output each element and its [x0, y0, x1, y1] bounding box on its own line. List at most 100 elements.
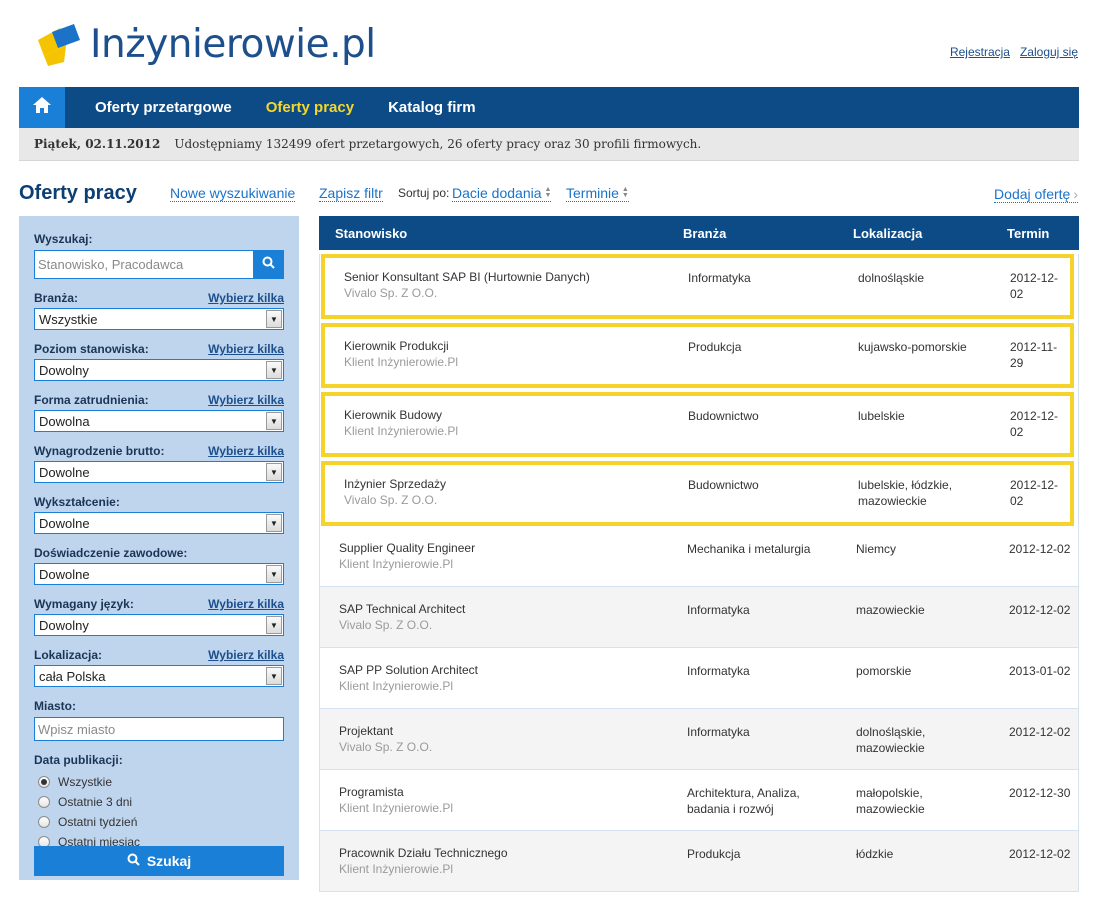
employment-select[interactable]: Dowolna ▼ [34, 410, 284, 432]
education-label: Wykształcenie: [34, 495, 120, 509]
job-title-cell[interactable]: Projektant [339, 724, 393, 738]
radio-selected-icon [38, 776, 50, 788]
language-select[interactable]: Dowolny ▼ [34, 614, 284, 636]
table-row[interactable]: Projektant Vivalo Sp. Z O.O. Informatyka do… [320, 709, 1078, 770]
industry-select[interactable]: Wszystkie ▼ [34, 308, 284, 330]
job-title-cell[interactable]: Kierownik Produkcji [344, 339, 449, 353]
location-select[interactable]: cała Polska ▼ [34, 665, 284, 687]
industry-cell: Budownictwo [688, 409, 759, 423]
register-link[interactable]: Rejestracja [950, 45, 1010, 59]
nav-jobs[interactable]: Oferty pracy [266, 99, 354, 116]
chevron-down-icon: ▼ [266, 412, 282, 430]
level-select[interactable]: Dowolny ▼ [34, 359, 284, 381]
deadline-cell: 2012-12-02 [1009, 542, 1071, 556]
site-logo[interactable]: Inżynierowie.pl [36, 22, 376, 68]
city-input[interactable]: Wpisz miasto [34, 717, 284, 741]
sort-by-date-link[interactable]: Dacie dodania ▲ ▼ [452, 185, 552, 202]
location-cell: dolnośląskie [858, 271, 925, 285]
column-header-industry[interactable]: Branża [683, 226, 726, 241]
location-select-value: cała Polska [39, 668, 106, 684]
job-title-cell[interactable]: Senior Konsultant SAP BI (Hurtownie Dany… [344, 270, 590, 284]
experience-select-value: Dowolne [39, 566, 90, 582]
industry-cell: Produkcja [688, 340, 742, 354]
job-title-cell[interactable]: SAP PP Solution Architect [339, 663, 478, 677]
nav-tenders[interactable]: Oferty przetargowe [95, 99, 232, 116]
salary-pick-multiple-link[interactable]: Wybierz kilka [208, 444, 284, 459]
deadline-cell: 2012-12-02 [1010, 409, 1059, 439]
job-title-cell[interactable]: Programista [339, 785, 404, 799]
salary-label-row: Wynagrodzenie brutto: Wybierz kilka [34, 444, 284, 459]
nav-company-catalog[interactable]: Katalog firm [388, 99, 476, 116]
nav-home-button[interactable] [19, 87, 65, 128]
experience-select[interactable]: Dowolne ▼ [34, 563, 284, 585]
education-label-row: Wykształcenie: [34, 495, 284, 510]
industry-label: Branża: [34, 291, 79, 305]
new-search-link[interactable]: Nowe wyszukiwanie [170, 185, 296, 202]
location-pick-multiple-link[interactable]: Wybierz kilka [208, 648, 284, 663]
industry-cell: Architektura, Analiza, badania i rozwój [687, 786, 800, 816]
level-pick-multiple-link[interactable]: Wybierz kilka [208, 342, 284, 357]
experience-label-row: Doświadczenie zawodowe: [34, 546, 284, 561]
radio-icon [38, 796, 50, 808]
featured-table-row[interactable]: Kierownik Produkcji Klient Inżynierowie.P… [321, 323, 1074, 388]
table-row[interactable]: Supplier Quality Engineer Klient Inżynier… [320, 526, 1078, 587]
employment-label: Forma zatrudnienia: [34, 393, 149, 407]
company-cell: Vivalo Sp. Z O.O. [344, 493, 438, 507]
add-offer-link[interactable]: Dodaj ofertę › [994, 186, 1078, 203]
sort-arrows-icon: ▲ ▼ [621, 186, 629, 199]
job-title-cell[interactable]: Supplier Quality Engineer [339, 541, 475, 555]
education-select[interactable]: Dowolne ▼ [34, 512, 284, 534]
login-link[interactable]: Zaloguj się [1020, 45, 1078, 59]
column-header-position[interactable]: Stanowisko [335, 226, 407, 241]
deadline-cell: 2012-12-02 [1010, 271, 1059, 301]
search-input[interactable]: Stanowisko, Pracodawca [34, 250, 253, 279]
location-cell: mazowieckie [856, 603, 925, 617]
featured-table-row[interactable]: Kierownik Budowy Klient Inżynierowie.Pl Bu… [321, 392, 1074, 457]
location-cell: pomorskie [856, 664, 912, 678]
sort-label: Sortuj po: [398, 186, 450, 200]
chevron-down-icon: ▼ [266, 667, 282, 685]
info-bar: Piątek, 02.11.2012 Udostępniamy 132499 o… [19, 128, 1079, 161]
main-nav: Oferty przetargowe Oferty pracy Katalog … [19, 87, 1079, 128]
search-submit-label: Szukaj [146, 853, 192, 869]
search-submit-button[interactable]: Szukaj [34, 846, 284, 876]
industry-cell: Informatyka [687, 664, 750, 678]
job-title-cell[interactable]: Kierownik Budowy [344, 408, 442, 422]
page-title: Oferty pracy [19, 182, 137, 204]
sort-by-deadline-link[interactable]: Terminie ▲ ▼ [566, 185, 629, 202]
column-header-deadline[interactable]: Termin [1007, 226, 1049, 241]
chevron-down-icon: ▼ [266, 310, 282, 328]
add-offer-label: Dodaj ofertę [994, 186, 1071, 202]
table-row[interactable]: Pracownik Działu Technicznego Klient Inży… [320, 831, 1078, 892]
job-title-cell[interactable]: Pracownik Działu Technicznego [339, 846, 508, 860]
logo-icon [36, 22, 82, 68]
location-cell: Niemcy [856, 542, 897, 556]
search-button[interactable] [253, 250, 284, 279]
table-row[interactable]: Programista Klient Inżynierowie.Pl Archite… [320, 770, 1078, 831]
current-date: Piątek, 02.11.2012 [34, 137, 161, 151]
language-pick-multiple-link[interactable]: Wybierz kilka [208, 597, 284, 612]
publication-date-radio-3-days[interactable]: Ostatnie 3 dni [38, 792, 284, 812]
publication-date-label: Data publikacji: [34, 753, 123, 767]
sort-by-date-label: Dacie dodania [452, 185, 542, 201]
featured-table-row[interactable]: Inżynier Sprzedaży Vivalo Sp. Z O.O. Budow… [321, 461, 1074, 526]
table-row[interactable]: SAP PP Solution Architect Klient Inżynier… [320, 648, 1078, 709]
job-title-cell[interactable]: SAP Technical Architect [339, 602, 465, 616]
job-title-cell[interactable]: Inżynier Sprzedaży [344, 477, 446, 491]
publication-date-radio-week[interactable]: Ostatni tydzień [38, 812, 284, 832]
level-label-row: Poziom stanowiska: Wybierz kilka [34, 342, 284, 357]
employment-pick-multiple-link[interactable]: Wybierz kilka [208, 393, 284, 408]
city-label: Miasto: [34, 699, 76, 713]
publication-date-radio-all[interactable]: Wszystkie [38, 772, 284, 792]
column-header-location[interactable]: Lokalizacja [853, 226, 922, 241]
table-row[interactable]: SAP Technical Architect Vivalo Sp. Z O.O.… [320, 587, 1078, 648]
company-cell: Klient Inżynierowie.Pl [344, 355, 459, 369]
featured-table-row[interactable]: Senior Konsultant SAP BI (Hurtownie Dany… [321, 254, 1074, 319]
location-cell: łódzkie [856, 847, 894, 861]
industry-cell: Budownictwo [688, 478, 759, 492]
save-filter-link[interactable]: Zapisz filtr [319, 185, 383, 202]
city-label-row: Miasto: [34, 699, 284, 714]
industry-pick-multiple-link[interactable]: Wybierz kilka [208, 291, 284, 306]
company-cell: Klient Inżynierowie.Pl [339, 557, 454, 571]
salary-select[interactable]: Dowolne ▼ [34, 461, 284, 483]
